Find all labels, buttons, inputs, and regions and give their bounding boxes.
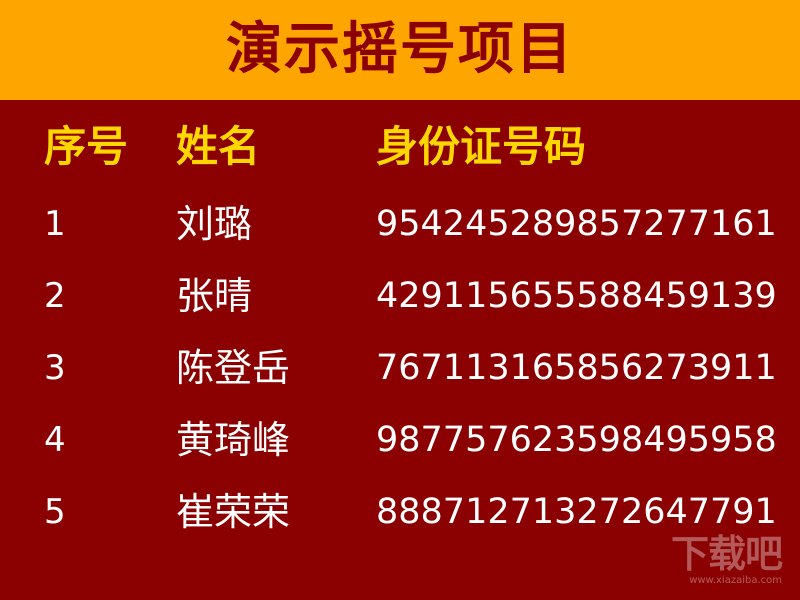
- row-name: 陈登岳: [176, 346, 291, 390]
- row-name: 张晴: [176, 274, 253, 318]
- row-name: 黄琦峰: [176, 418, 291, 462]
- page-title: 演示摇号项目: [226, 17, 574, 82]
- row-number: 3: [44, 348, 66, 388]
- row-id-number: 888712713272647791: [376, 492, 777, 532]
- row-number: 2: [44, 276, 66, 316]
- row-number: 4: [44, 420, 66, 460]
- title-banner: 演示摇号项目: [0, 0, 800, 100]
- row-number: 1: [44, 204, 66, 244]
- table-row: 4 黄琦峰 987757623598495958: [0, 415, 800, 465]
- column-header-number: 序号: [44, 122, 129, 171]
- row-id-number: 987757623598495958: [376, 420, 777, 460]
- column-header-name: 姓名: [176, 122, 261, 171]
- row-number: 5: [44, 492, 66, 532]
- table-row: 5 崔荣荣 888712713272647791: [0, 487, 800, 537]
- watermark: 下载吧 www.xiazaiba.com: [670, 532, 783, 586]
- row-id-number: 767113165856273911: [376, 348, 777, 388]
- table-row: 3 陈登岳 767113165856273911: [0, 343, 800, 393]
- watermark-site: www.xiazaiba.com: [689, 575, 782, 586]
- column-header-id-number: 身份证号码: [376, 122, 587, 171]
- row-id-number: 429115655588459139: [376, 276, 777, 316]
- row-name: 刘璐: [176, 202, 253, 246]
- row-name: 崔荣荣: [176, 490, 291, 534]
- table-header-row: 序号 姓名 身份证号码: [0, 122, 800, 172]
- row-id-number: 954245289857277161: [376, 204, 777, 244]
- table-row: 1 刘璐 954245289857277161: [0, 199, 800, 249]
- table-row: 2 张晴 429115655588459139: [0, 271, 800, 321]
- lottery-table: 序号 姓名 身份证号码 1 刘璐 954245289857277161 2 张晴…: [0, 100, 800, 600]
- watermark-logo: 下载吧: [670, 532, 783, 576]
